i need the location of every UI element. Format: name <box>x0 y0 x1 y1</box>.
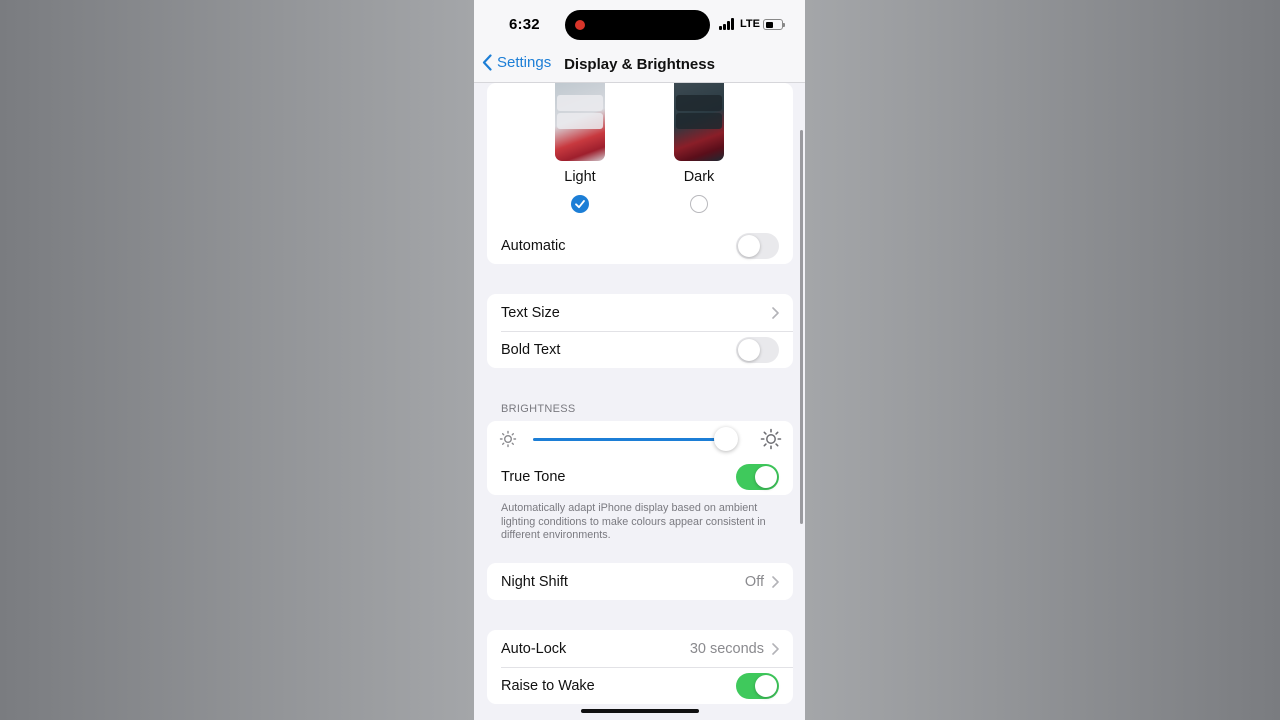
status-bar: 6:32 LTE <box>474 0 805 50</box>
signal-strength-icon <box>719 18 735 30</box>
auto-lock-row[interactable]: Auto-Lock 30 seconds <box>487 630 793 667</box>
network-type: LTE <box>740 18 760 30</box>
dynamic-island <box>565 10 710 40</box>
recording-indicator-icon <box>575 20 585 30</box>
bold-text-row: Bold Text <box>487 331 793 368</box>
brightness-card: True Tone <box>487 421 793 495</box>
text-size-label: Text Size <box>501 304 560 321</box>
night-shift-label: Night Shift <box>501 573 568 590</box>
auto-lock-value: 30 seconds <box>689 640 764 657</box>
automatic-row: Automatic <box>487 227 793 264</box>
scrollbar[interactable] <box>800 130 803 524</box>
chevron-right-icon <box>772 575 779 588</box>
chevron-right-icon <box>772 306 779 319</box>
true-tone-row: True Tone <box>487 458 793 495</box>
bold-text-toggle[interactable] <box>736 336 779 363</box>
light-mode-preview[interactable] <box>555 83 605 161</box>
lock-card: Auto-Lock 30 seconds Raise to Wake <box>487 630 793 704</box>
text-card: Text Size Bold Text <box>487 294 793 368</box>
dark-mode-label: Dark <box>683 169 715 185</box>
true-tone-footnote: Automatically adapt iPhone display based… <box>501 502 766 542</box>
backdrop-left <box>0 0 474 720</box>
auto-lock-label: Auto-Lock <box>501 640 567 657</box>
automatic-label: Automatic <box>501 237 566 254</box>
backdrop-right <box>805 0 1280 720</box>
true-tone-toggle[interactable] <box>736 463 779 490</box>
sun-large-icon <box>760 428 782 450</box>
true-tone-label: True Tone <box>501 468 566 485</box>
automatic-toggle[interactable] <box>736 232 779 259</box>
brightness-slider-thumb[interactable] <box>713 427 738 451</box>
brightness-header: BRIGHTNESS <box>501 403 576 415</box>
dark-mode-radio[interactable] <box>690 195 708 213</box>
sun-small-icon <box>499 430 517 448</box>
brightness-slider-fill <box>533 438 726 441</box>
checkmark-icon <box>575 200 585 209</box>
light-mode-label: Light <box>564 169 596 185</box>
appearance-card: Light Dark Automatic <box>487 83 793 264</box>
dark-mode-preview[interactable] <box>674 83 724 161</box>
phone-screen: 6:32 LTE Settings Display & Brightness L… <box>474 0 805 720</box>
bold-text-label: Bold Text <box>501 341 561 358</box>
raise-to-wake-toggle[interactable] <box>736 672 779 699</box>
page-title: Display & Brightness <box>564 56 715 73</box>
night-shift-value: Off <box>744 573 764 590</box>
home-indicator[interactable] <box>581 709 699 713</box>
status-time: 6:32 <box>509 16 540 33</box>
night-shift-card: Night Shift Off <box>487 563 793 600</box>
light-mode-radio[interactable] <box>571 195 589 213</box>
raise-to-wake-label: Raise to Wake <box>501 677 595 694</box>
night-shift-row[interactable]: Night Shift Off <box>487 563 793 600</box>
raise-to-wake-row: Raise to Wake <box>487 667 793 704</box>
brightness-slider-row <box>487 421 793 458</box>
text-size-row[interactable]: Text Size <box>487 294 793 331</box>
settings-list[interactable]: Light Dark Automatic Text Size Bold Text <box>474 83 805 720</box>
brightness-slider[interactable] <box>533 427 738 451</box>
chevron-right-icon <box>772 642 779 655</box>
battery-icon <box>763 19 785 30</box>
navigation-bar: Settings Display & Brightness <box>474 50 805 83</box>
